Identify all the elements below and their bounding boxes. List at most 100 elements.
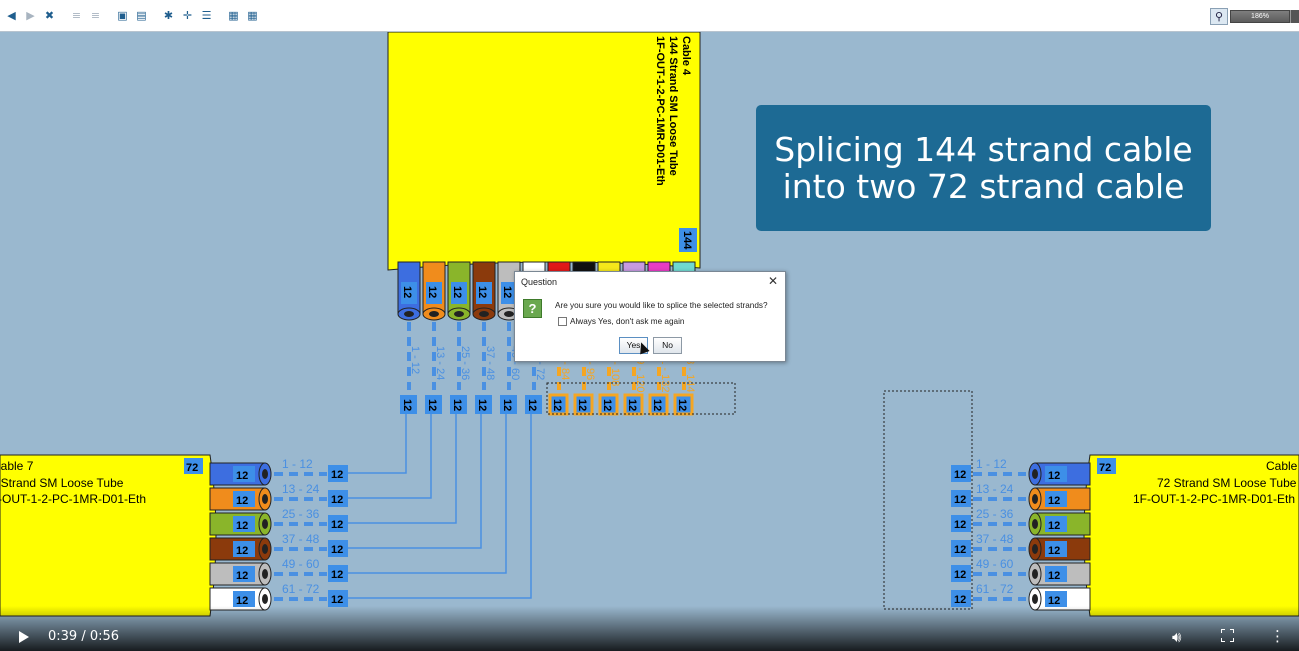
left-tube-core xyxy=(262,519,268,529)
top-tube-label: 12 xyxy=(501,286,513,298)
right-tube-core xyxy=(1032,569,1038,579)
split-icon[interactable]: ≡ xyxy=(68,7,85,24)
cable-left-tubes: 12 1 - 12 12 12 13 - 24 12 12 25 - 36 12 12 37 - 4… xyxy=(209,414,532,611)
cable-top-name: Cable 4 xyxy=(680,36,692,76)
fiber-range-label: 13 - 24 xyxy=(434,346,446,380)
splice-badge-label: 12 xyxy=(576,399,588,411)
top-tube-core xyxy=(454,311,464,317)
top-tube-label: 12 xyxy=(476,286,488,298)
splice-badge-label: 12 xyxy=(954,544,966,556)
fiber-range-label: 25 - 36 xyxy=(976,507,1014,521)
splice-connection[interactable] xyxy=(348,414,507,574)
volume-icon[interactable]: 🔊︎ xyxy=(1172,628,1181,646)
splice-badge-label: 12 xyxy=(426,399,438,411)
fiber-range-label: 37 - 48 xyxy=(484,346,496,380)
title-line-2: into two 72 strand cable xyxy=(782,167,1185,206)
splice-badge-label: 12 xyxy=(331,519,343,531)
fiber-range-label: 13 - 24 xyxy=(976,482,1014,496)
print-icon[interactable]: ▤ xyxy=(133,7,150,24)
splice-badge-label: 12 xyxy=(954,519,966,531)
video-player-controls xyxy=(0,606,1299,651)
cable-top-id: 1F-OUT-1-2-PC-1MR-D01-Eth xyxy=(654,36,666,186)
fiber-range-label: 25 - 36 xyxy=(459,346,471,380)
splice-connection[interactable] xyxy=(348,414,457,524)
play-icon[interactable] xyxy=(19,631,29,643)
right-tube-label: 12 xyxy=(1048,470,1060,482)
splice-badge-label: 12 xyxy=(331,469,343,481)
always-yes-checkbox[interactable] xyxy=(558,317,567,326)
left-tube-label: 12 xyxy=(236,570,248,582)
list-icon[interactable]: ☰ xyxy=(198,7,215,24)
zoom-icon[interactable]: ⚲ xyxy=(1210,8,1228,25)
delete-icon[interactable]: ✖ xyxy=(41,7,58,24)
top-tube-core xyxy=(504,311,514,317)
cable-right-type: 72 Strand SM Loose Tube xyxy=(1157,476,1297,490)
more-options-icon[interactable]: ⋮ xyxy=(1270,627,1285,645)
cable-right-name: Cable 8 xyxy=(1266,459,1299,473)
top-tube-label: 12 xyxy=(451,286,463,298)
zoom-slider-end[interactable] xyxy=(1290,10,1299,23)
merge-icon[interactable]: ≡ xyxy=(87,7,104,24)
right-tube-core xyxy=(1032,544,1038,554)
splice-connection[interactable] xyxy=(348,414,407,474)
splice-badge-label: 12 xyxy=(626,399,638,411)
cable-right-id: 1F-OUT-1-2-PC-1MR-D01-Eth xyxy=(1133,492,1295,506)
crosshair-icon[interactable]: ✛ xyxy=(179,7,196,24)
splice-badge-label: 12 xyxy=(331,569,343,581)
left-tube-label: 12 xyxy=(236,495,248,507)
question-icon: ? xyxy=(523,299,542,318)
fiber-range-label: 61 - 72 xyxy=(282,582,320,596)
cable-left-id: 1F-OUT-1-2-PC-1MR-D01-Eth xyxy=(0,492,146,506)
right-tube-core xyxy=(1032,469,1038,479)
fiber-range-label: 25 - 36 xyxy=(282,507,320,521)
import-icon[interactable]: ▦ xyxy=(244,7,261,24)
no-button[interactable]: No xyxy=(653,337,682,354)
left-tube-core xyxy=(262,494,268,504)
left-tube-core xyxy=(262,594,268,604)
right-tube-label: 12 xyxy=(1048,545,1060,557)
splice-badge-label: 12 xyxy=(331,594,343,606)
cable-left-name: Cable 7 xyxy=(0,459,34,473)
splice-badge-label: 12 xyxy=(526,399,538,411)
splice-connection[interactable] xyxy=(348,414,482,549)
close-icon[interactable]: ✕ xyxy=(768,274,778,288)
fullscreen-icon[interactable] xyxy=(1221,629,1234,642)
video-time: 0:39 / 0:56 xyxy=(48,629,120,644)
fiber-range-label: 49 - 60 xyxy=(282,557,320,571)
export-icon[interactable]: ▦ xyxy=(225,7,242,24)
fiber-range-label: 1 - 12 xyxy=(976,457,1007,471)
splice-badge-label: 12 xyxy=(954,494,966,506)
cable-top-body xyxy=(387,32,701,271)
splice-badge-label: 12 xyxy=(501,399,513,411)
splice-connection[interactable] xyxy=(348,414,532,599)
left-tube-label: 12 xyxy=(236,470,248,482)
cable-left-count: 72 xyxy=(186,462,198,474)
back-arrow-icon[interactable]: ◀ xyxy=(3,7,20,24)
title-card: Splicing 144 strand cable into two 72 st… xyxy=(756,105,1211,231)
splice-badge-label: 12 xyxy=(331,544,343,556)
title-line-1: Splicing 144 strand cable xyxy=(774,130,1193,169)
always-yes-label[interactable]: Always Yes, don't ask me again xyxy=(570,317,684,326)
fiber-range-label: 37 - 48 xyxy=(976,532,1014,546)
splice-badge-label: 12 xyxy=(551,399,563,411)
fiber-range-label: 1 - 12 xyxy=(282,457,313,471)
splice-badge-label: 12 xyxy=(476,399,488,411)
right-tube-label: 12 xyxy=(1048,570,1060,582)
top-tube-core xyxy=(429,311,439,317)
fiber-range-label: 49 - 60 xyxy=(976,557,1014,571)
left-tube-label: 12 xyxy=(236,520,248,532)
splice-badge-label: 12 xyxy=(601,399,613,411)
right-tube-core xyxy=(1032,494,1038,504)
zoom-level[interactable]: 186% xyxy=(1230,10,1290,23)
forward-arrow-icon[interactable]: ▶ xyxy=(22,7,39,24)
gear-icon[interactable]: ✱ xyxy=(160,7,177,24)
splice-badge-label: 12 xyxy=(401,399,413,411)
left-tube-core xyxy=(262,569,268,579)
top-tube-core xyxy=(404,311,414,317)
splice-connection[interactable] xyxy=(348,414,432,499)
fiber-range-label: 13 - 24 xyxy=(282,482,320,496)
toolbar: ◀ ▶ ✖ ≡ ≡ ▣ ▤ ✱ ✛ ☰ ▦ ▦ xyxy=(0,0,1299,32)
splice-badge-label: 12 xyxy=(676,399,688,411)
add-icon[interactable]: ▣ xyxy=(114,7,131,24)
left-tube-label: 12 xyxy=(236,545,248,557)
